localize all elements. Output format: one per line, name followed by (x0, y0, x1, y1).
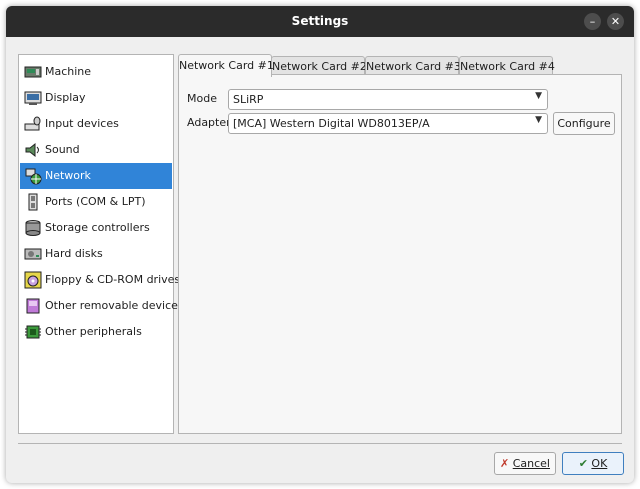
sidebar-item-input-devices[interactable]: Input devices (20, 111, 172, 137)
sidebar-item-storage-controllers[interactable]: Storage controllers (20, 215, 172, 241)
sidebar-item-label: Input devices (45, 117, 119, 130)
sidebar-item-floppy-cdrom[interactable]: Floppy & CD-ROM drives (20, 267, 180, 293)
settings-category-list: Machine Display Input devices Sound Netw… (18, 54, 184, 434)
cancel-icon: ✗ (500, 457, 510, 470)
settings-window: Settings – ✕ Machine Display Input devic… (6, 6, 634, 483)
sidebar-item-label: Network (45, 169, 91, 182)
storage-controllers-icon (25, 220, 41, 236)
ok-icon: ✔ (578, 457, 588, 470)
footer-divider (18, 443, 622, 444)
title-bar: Settings – ✕ (6, 6, 634, 37)
tab-network-card-2[interactable]: Network Card #2 (271, 56, 367, 76)
input-devices-icon (24, 116, 41, 131)
display-icon (24, 91, 42, 105)
network-icon (25, 168, 42, 185)
peripherals-icon (25, 325, 41, 339)
mode-label: Mode (187, 92, 217, 105)
hard-disk-icon (24, 248, 42, 260)
adapter-select[interactable]: [MCA] Western Digital WD8013EP/A ▼ (228, 113, 548, 134)
sidebar-item-other-removable[interactable]: Other removable devices (20, 293, 184, 319)
cancel-label: Cancel (512, 457, 550, 470)
chevron-down-icon: ▼ (535, 115, 542, 125)
floppy-cdrom-icon (24, 271, 42, 289)
window-title: Settings (291, 14, 349, 28)
ok-label: OK (591, 457, 608, 470)
sidebar-item-label: Floppy & CD-ROM drives (45, 273, 181, 286)
network-card-panel: Mode SLiRP ▼ Adapter [MCA] Western Digit… (178, 74, 622, 434)
adapter-value: [MCA] Western Digital WD8013EP/A (233, 117, 430, 130)
sidebar-item-sound[interactable]: Sound (20, 137, 172, 163)
ports-icon (28, 193, 38, 211)
chevron-down-icon: ▼ (535, 91, 542, 101)
sidebar-item-display[interactable]: Display (20, 85, 172, 111)
sidebar-item-label: Machine (45, 65, 92, 78)
sidebar-item-other-peripherals[interactable]: Other peripherals (20, 319, 172, 345)
sidebar-item-label: Other peripherals (45, 325, 142, 338)
cancel-button[interactable]: ✗ Cancel (494, 452, 556, 475)
tab-network-card-3[interactable]: Network Card #3 (365, 56, 461, 76)
mode-value: SLiRP (233, 93, 264, 106)
adapter-label: Adapter (187, 116, 231, 129)
sidebar-item-ports[interactable]: Ports (COM & LPT) (20, 189, 172, 215)
sidebar-item-label: Hard disks (45, 247, 103, 260)
tab-network-card-4[interactable]: Network Card #4 (459, 56, 555, 76)
configure-button[interactable]: Configure (553, 112, 615, 135)
sidebar-item-network[interactable]: Network (20, 163, 172, 189)
machine-icon (24, 66, 42, 78)
minimize-button[interactable]: – (584, 13, 601, 30)
sidebar-item-hard-disks[interactable]: Hard disks (20, 241, 172, 267)
close-button[interactable]: ✕ (607, 13, 624, 30)
sidebar-item-machine[interactable]: Machine (20, 59, 172, 85)
sidebar-item-label: Storage controllers (45, 221, 150, 234)
sound-icon (25, 142, 39, 158)
sidebar-item-label: Sound (45, 143, 80, 156)
tab-network-card-1[interactable]: Network Card #1 (178, 54, 274, 77)
ok-button[interactable]: ✔ OK (562, 452, 624, 475)
mode-select[interactable]: SLiRP ▼ (228, 89, 548, 110)
close-icon: ✕ (610, 15, 621, 28)
sidebar-item-label: Ports (COM & LPT) (45, 195, 146, 208)
sidebar-item-label: Other removable devices (45, 299, 184, 312)
removable-devices-icon (26, 298, 40, 314)
minimize-icon: – (589, 15, 596, 28)
sidebar-item-label: Display (45, 91, 86, 104)
